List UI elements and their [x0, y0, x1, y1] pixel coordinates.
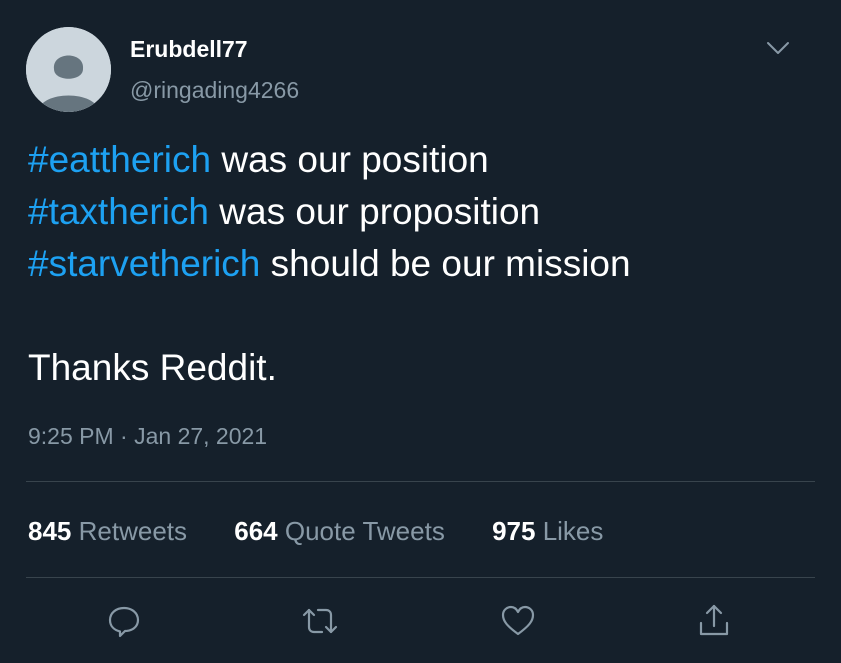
- tweet-line-text: was our position: [211, 139, 489, 180]
- like-icon: [501, 605, 535, 636]
- retweets-label: Retweets: [78, 516, 188, 546]
- user-handle[interactable]: @ringading4266: [130, 77, 299, 104]
- retweet-button[interactable]: [300, 601, 340, 641]
- reply-button[interactable]: [104, 601, 144, 641]
- tweet-text: #eattherich was our position #taxtherich…: [28, 134, 631, 394]
- tweet-line-text: was our proposition: [209, 191, 541, 232]
- divider: [26, 481, 815, 482]
- tweet-closing-line: Thanks Reddit.: [28, 347, 277, 388]
- hashtag-link[interactable]: #taxtherich: [28, 191, 209, 232]
- tweet-line: #taxtherich was our proposition: [28, 186, 631, 238]
- chevron-down-icon[interactable]: [764, 36, 792, 60]
- display-name[interactable]: Erubdell77: [130, 36, 248, 63]
- likes-count: 975: [492, 516, 536, 546]
- hashtag-link[interactable]: #eattherich: [28, 139, 211, 180]
- avatar[interactable]: [26, 27, 111, 112]
- quote-tweets-label: Quote Tweets: [284, 516, 445, 546]
- retweets-count: 845: [28, 516, 72, 546]
- tweet-line: #eattherich was our position: [28, 134, 631, 186]
- retweet-icon: [302, 608, 338, 634]
- quote-tweets-count: 664: [234, 516, 278, 546]
- hashtag-link[interactable]: #starvetherich: [28, 243, 260, 284]
- tweet-line: #starvetherich should be our mission: [28, 238, 631, 290]
- default-profile-icon: [26, 27, 111, 112]
- retweets-stat[interactable]: 845 Retweets: [28, 516, 187, 547]
- share-icon: [699, 604, 729, 636]
- tweet-line-text: should be our mission: [260, 243, 631, 284]
- likes-label: Likes: [542, 516, 604, 546]
- divider: [26, 577, 815, 578]
- tweet-stats: 845 Retweets 664 Quote Tweets 975 Likes: [28, 516, 643, 547]
- like-button[interactable]: [498, 601, 538, 641]
- reply-icon: [108, 606, 140, 638]
- tweet-timestamp[interactable]: 9:25 PM · Jan 27, 2021: [28, 423, 267, 450]
- share-button[interactable]: [694, 601, 734, 641]
- quote-tweets-stat[interactable]: 664 Quote Tweets: [234, 516, 445, 547]
- likes-stat[interactable]: 975 Likes: [492, 516, 603, 547]
